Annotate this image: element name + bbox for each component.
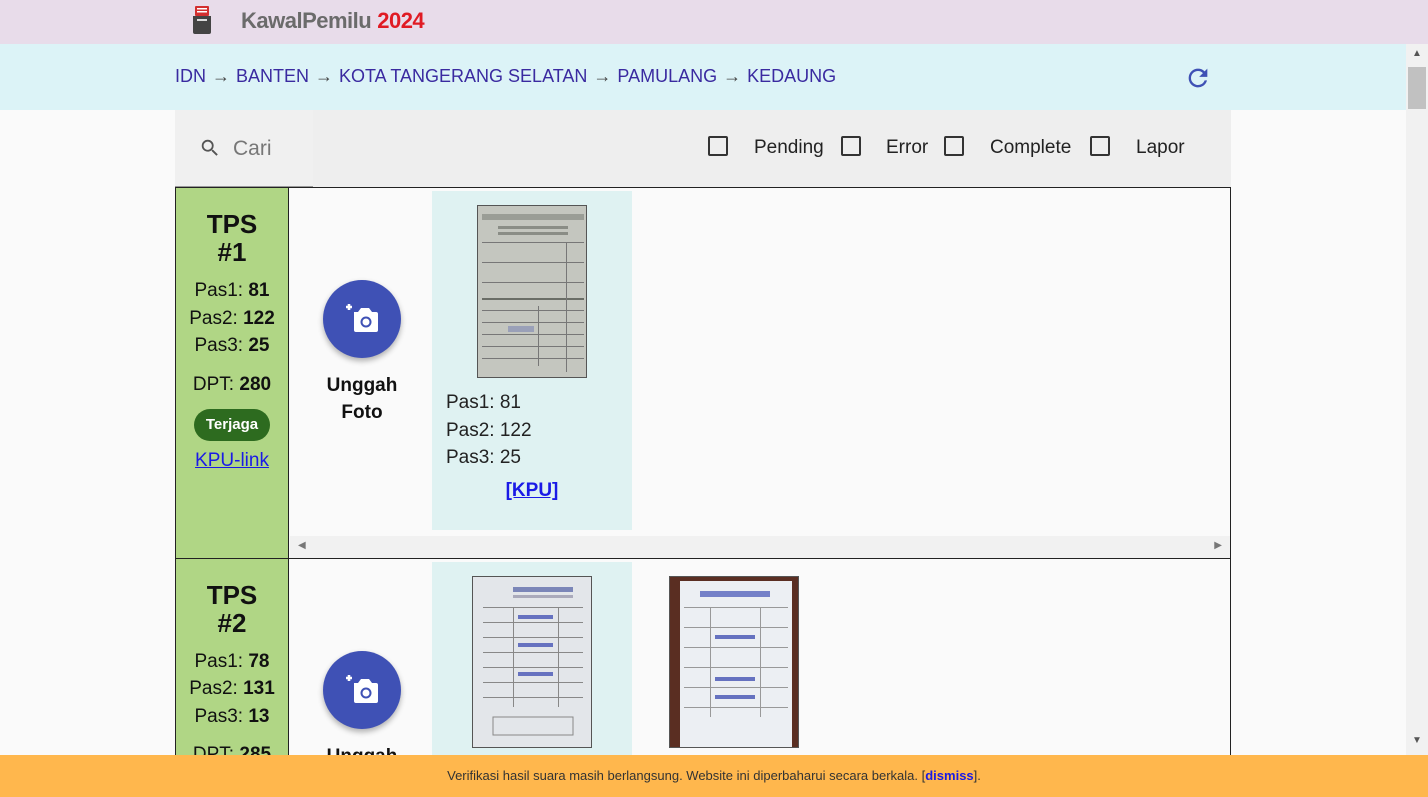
brand-name: KawalPemilu bbox=[241, 8, 372, 33]
tps-title: TPS #2 bbox=[206, 580, 258, 638]
kpu-link[interactable]: KPU-link bbox=[176, 450, 288, 472]
scrollbar-thumb[interactable] bbox=[1408, 67, 1426, 109]
lapor-checkbox-label[interactable]: Lapor bbox=[1136, 137, 1185, 159]
breadcrumb-separator: → bbox=[723, 66, 742, 86]
complete-checkbox-label[interactable]: Complete bbox=[990, 137, 1071, 159]
pas3-count: Pas3: 13 bbox=[194, 706, 270, 727]
brand-title[interactable]: KawalPemilu 2024 bbox=[241, 8, 425, 34]
c1-form-photo[interactable] bbox=[477, 205, 587, 378]
scroll-up-arrow-icon[interactable]: ▲ bbox=[1406, 48, 1428, 64]
tps-row: TPS #2 Pas1: 78 Pas2: 131 Pas3: 13 DPT: … bbox=[175, 558, 1231, 767]
upload-photo-button[interactable] bbox=[323, 280, 401, 358]
dpt-count: DPT: 280 bbox=[192, 374, 272, 395]
app-header: KawalPemilu 2024 bbox=[0, 0, 1428, 44]
add-photo-icon bbox=[346, 304, 378, 332]
pas2-count: Pas2: 122 bbox=[189, 308, 275, 329]
pas1-count: Pas1: 81 bbox=[194, 280, 270, 301]
breadcrumb-item-kecamatan[interactable]: PAMULANG bbox=[617, 66, 717, 86]
tps-summary-panel: TPS #2 Pas1: 78 Pas2: 131 Pas3: 13 DPT: … bbox=[176, 559, 289, 765]
brand-year: 2024 bbox=[377, 8, 425, 33]
document-thumbnail-icon bbox=[670, 577, 798, 747]
error-checkbox-label[interactable]: Error bbox=[886, 137, 928, 159]
pending-checkbox-label[interactable]: Pending bbox=[754, 137, 824, 159]
scroll-right-arrow-icon[interactable]: ▶ bbox=[1214, 540, 1222, 551]
search-icon bbox=[201, 139, 218, 156]
document-thumbnail-icon bbox=[478, 206, 586, 377]
banner-text-end: ]. bbox=[973, 768, 981, 783]
card-pas2: Pas2: 122 bbox=[446, 420, 532, 441]
notification-banner: Verifikasi hasil suara masih berlangsung… bbox=[0, 755, 1428, 797]
pending-checkbox[interactable] bbox=[708, 136, 728, 156]
status-badge: Terjaga bbox=[194, 409, 270, 441]
c1-form-photo[interactable] bbox=[472, 576, 592, 748]
result-card: Pas1: 81 Pas2: 122 Pas3: 25 [KPU] bbox=[432, 191, 632, 530]
document-thumbnail-icon bbox=[473, 577, 591, 747]
breadcrumb-item-banten[interactable]: BANTEN bbox=[236, 66, 309, 86]
card-pas3: Pas3: 25 bbox=[446, 447, 521, 468]
card-kpu-link[interactable]: [KPU] bbox=[432, 480, 632, 502]
ballot-box-logo-icon[interactable] bbox=[191, 6, 213, 34]
scroll-left-arrow-icon[interactable]: ◀ bbox=[298, 540, 306, 551]
breadcrumb-item-kota[interactable]: KOTA TANGERANG SELATAN bbox=[339, 66, 587, 86]
filter-bar bbox=[175, 110, 1231, 187]
tps-title: TPS #1 bbox=[206, 209, 258, 267]
add-photo-icon bbox=[346, 675, 378, 703]
search-box[interactable] bbox=[175, 110, 313, 187]
banner-text: Verifikasi hasil suara masih berlangsung… bbox=[447, 768, 926, 783]
scroll-down-arrow-icon[interactable]: ▼ bbox=[1406, 735, 1428, 751]
complete-checkbox[interactable] bbox=[944, 136, 964, 156]
lapor-checkbox[interactable] bbox=[1090, 136, 1110, 156]
tps-row: TPS #1 Pas1: 81 Pas2: 122 Pas3: 25 DPT: … bbox=[175, 187, 1231, 559]
breadcrumb-separator: → bbox=[315, 66, 334, 86]
refresh-icon[interactable] bbox=[1184, 64, 1212, 92]
result-card bbox=[432, 562, 632, 762]
page-scrollbar[interactable] bbox=[1406, 44, 1428, 755]
search-input[interactable] bbox=[231, 132, 311, 166]
breadcrumb-separator: → bbox=[593, 66, 612, 86]
upload-photo-label: Unggah Foto bbox=[326, 375, 398, 423]
c1-form-photo[interactable] bbox=[669, 576, 799, 748]
breadcrumb-item-kelurahan: KEDAUNG bbox=[747, 66, 837, 86]
pas2-count: Pas2: 131 bbox=[189, 678, 275, 699]
pas1-count: Pas1: 78 bbox=[194, 651, 270, 672]
breadcrumb: IDN → BANTEN → KOTA TANGERANG SELATAN → PAMULA… bbox=[175, 66, 836, 87]
error-checkbox[interactable] bbox=[841, 136, 861, 156]
card-pas1: Pas1: 81 bbox=[446, 392, 521, 413]
horizontal-scrollbar[interactable]: ◀ ▶ bbox=[290, 536, 1230, 558]
tps-summary-panel: TPS #1 Pas1: 81 Pas2: 122 Pas3: 25 DPT: … bbox=[176, 188, 289, 558]
dismiss-link[interactable]: dismiss bbox=[925, 768, 973, 783]
upload-photo-button[interactable] bbox=[323, 651, 401, 729]
breadcrumb-separator: → bbox=[212, 66, 230, 86]
pas3-count: Pas3: 25 bbox=[194, 335, 270, 356]
breadcrumb-item-idn[interactable]: IDN bbox=[175, 66, 206, 86]
